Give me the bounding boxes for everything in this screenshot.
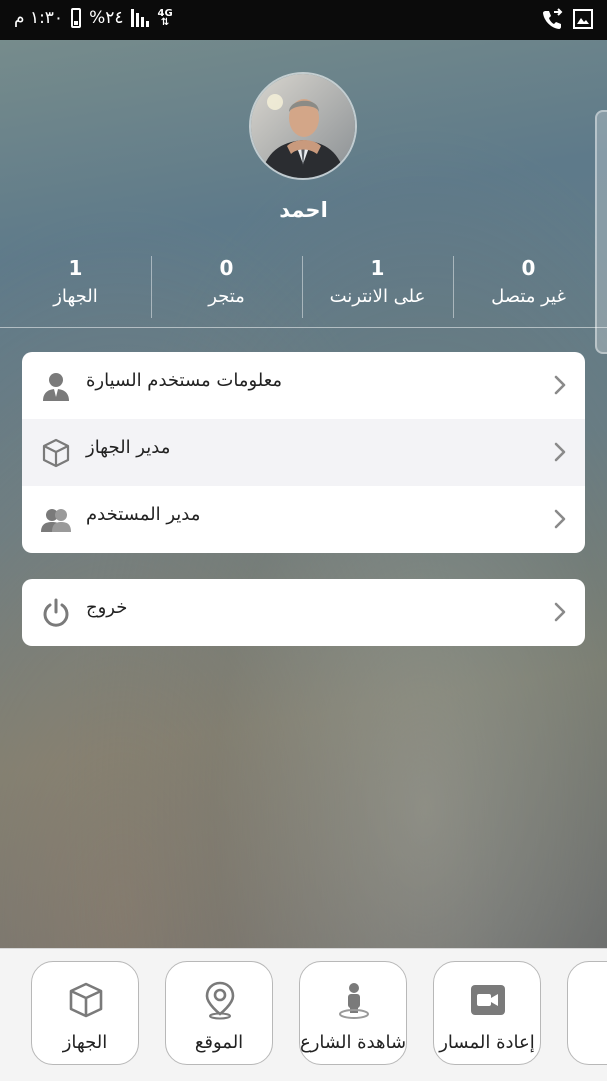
- signal-icon: [131, 9, 150, 27]
- users-icon: [41, 509, 71, 532]
- menu-item-user-manager[interactable]: مدير المستخدم: [22, 486, 585, 553]
- tab-location[interactable]: الموقع: [165, 961, 273, 1065]
- tab-more[interactable]: [567, 961, 607, 1065]
- tab-label: شاهدة الشارع: [300, 1032, 406, 1053]
- stat-offline[interactable]: 0 غير متصل: [453, 252, 604, 322]
- battery-percent: %٢٤: [89, 8, 124, 28]
- divider: [0, 327, 607, 328]
- stat-label: غير متصل: [491, 286, 566, 307]
- logout-label: خروج: [86, 597, 128, 618]
- tab-label: الموقع: [194, 1032, 244, 1053]
- tab-street-view[interactable]: شاهدة الشارع: [299, 961, 407, 1065]
- user-icon: [43, 373, 69, 401]
- stat-value: 1: [370, 256, 385, 280]
- network-type-icon: 4G ⇅: [157, 8, 173, 28]
- profile-name: احمد: [279, 198, 328, 222]
- logout-button[interactable]: خروج: [22, 579, 585, 646]
- menu-card: معلومات مستخدم السيارة مدير الجهاز مدير …: [22, 352, 585, 553]
- call-forward-icon: [543, 8, 563, 29]
- stat-value: 0: [219, 256, 234, 280]
- stat-value: 1: [68, 256, 83, 280]
- stat-label: على الانترنت: [329, 286, 426, 307]
- stat-store[interactable]: 0 متجر: [151, 252, 302, 322]
- menu-item-device-manager[interactable]: مدير الجهاز: [22, 419, 585, 486]
- menu-item-label: مدير الجهاز: [86, 437, 171, 458]
- tab-label: الجهاز: [62, 1032, 108, 1053]
- menu-item-car-user-info[interactable]: معلومات مستخدم السيارة: [22, 352, 585, 419]
- cube-icon: [69, 982, 103, 1018]
- menu-item-label: مدير المستخدم: [86, 504, 201, 525]
- stat-value: 0: [521, 256, 536, 280]
- logout-card: خروج: [22, 579, 585, 646]
- chevron-right-icon: [554, 375, 566, 395]
- street-view-icon: [339, 983, 369, 1019]
- power-icon: [43, 598, 69, 627]
- status-right: [541, 8, 593, 30]
- chevron-right-icon: [554, 509, 566, 529]
- status-time: ١:٣٠ م: [14, 8, 64, 28]
- tab-label: إعادة المسار: [439, 1032, 535, 1053]
- partial-tab-icon: [602, 980, 607, 1020]
- status-left: ١:٣٠ م %٢٤ 4G ⇅: [14, 8, 173, 28]
- tab-route-replay[interactable]: إعادة المسار: [433, 961, 541, 1065]
- chevron-right-icon: [554, 442, 566, 462]
- video-camera-icon: [471, 985, 505, 1015]
- menu-item-label: معلومات مستخدم السيارة: [86, 370, 283, 391]
- bottom-tab-bar: الجهاز الموقع شاهدة الشارع إعادة المسار: [0, 948, 607, 1081]
- stats-row: 1 الجهاز 0 متجر 1 على الانترنت 0 غير متص…: [0, 252, 607, 322]
- stat-label: الجهاز: [53, 286, 98, 307]
- chevron-right-icon: [554, 602, 566, 622]
- battery-icon: [71, 8, 82, 28]
- stat-label: متجر: [208, 286, 245, 307]
- cube-icon: [42, 438, 70, 468]
- avatar-photo: [251, 74, 355, 178]
- image-notification-icon: [573, 9, 593, 29]
- stat-online[interactable]: 1 على الانترنت: [302, 252, 453, 322]
- status-bar: ١:٣٠ م %٢٤ 4G ⇅: [0, 0, 607, 40]
- tab-device[interactable]: الجهاز: [31, 961, 139, 1065]
- stat-device[interactable]: 1 الجهاز: [0, 252, 151, 322]
- avatar[interactable]: [249, 72, 357, 180]
- location-pin-icon: [205, 981, 235, 1020]
